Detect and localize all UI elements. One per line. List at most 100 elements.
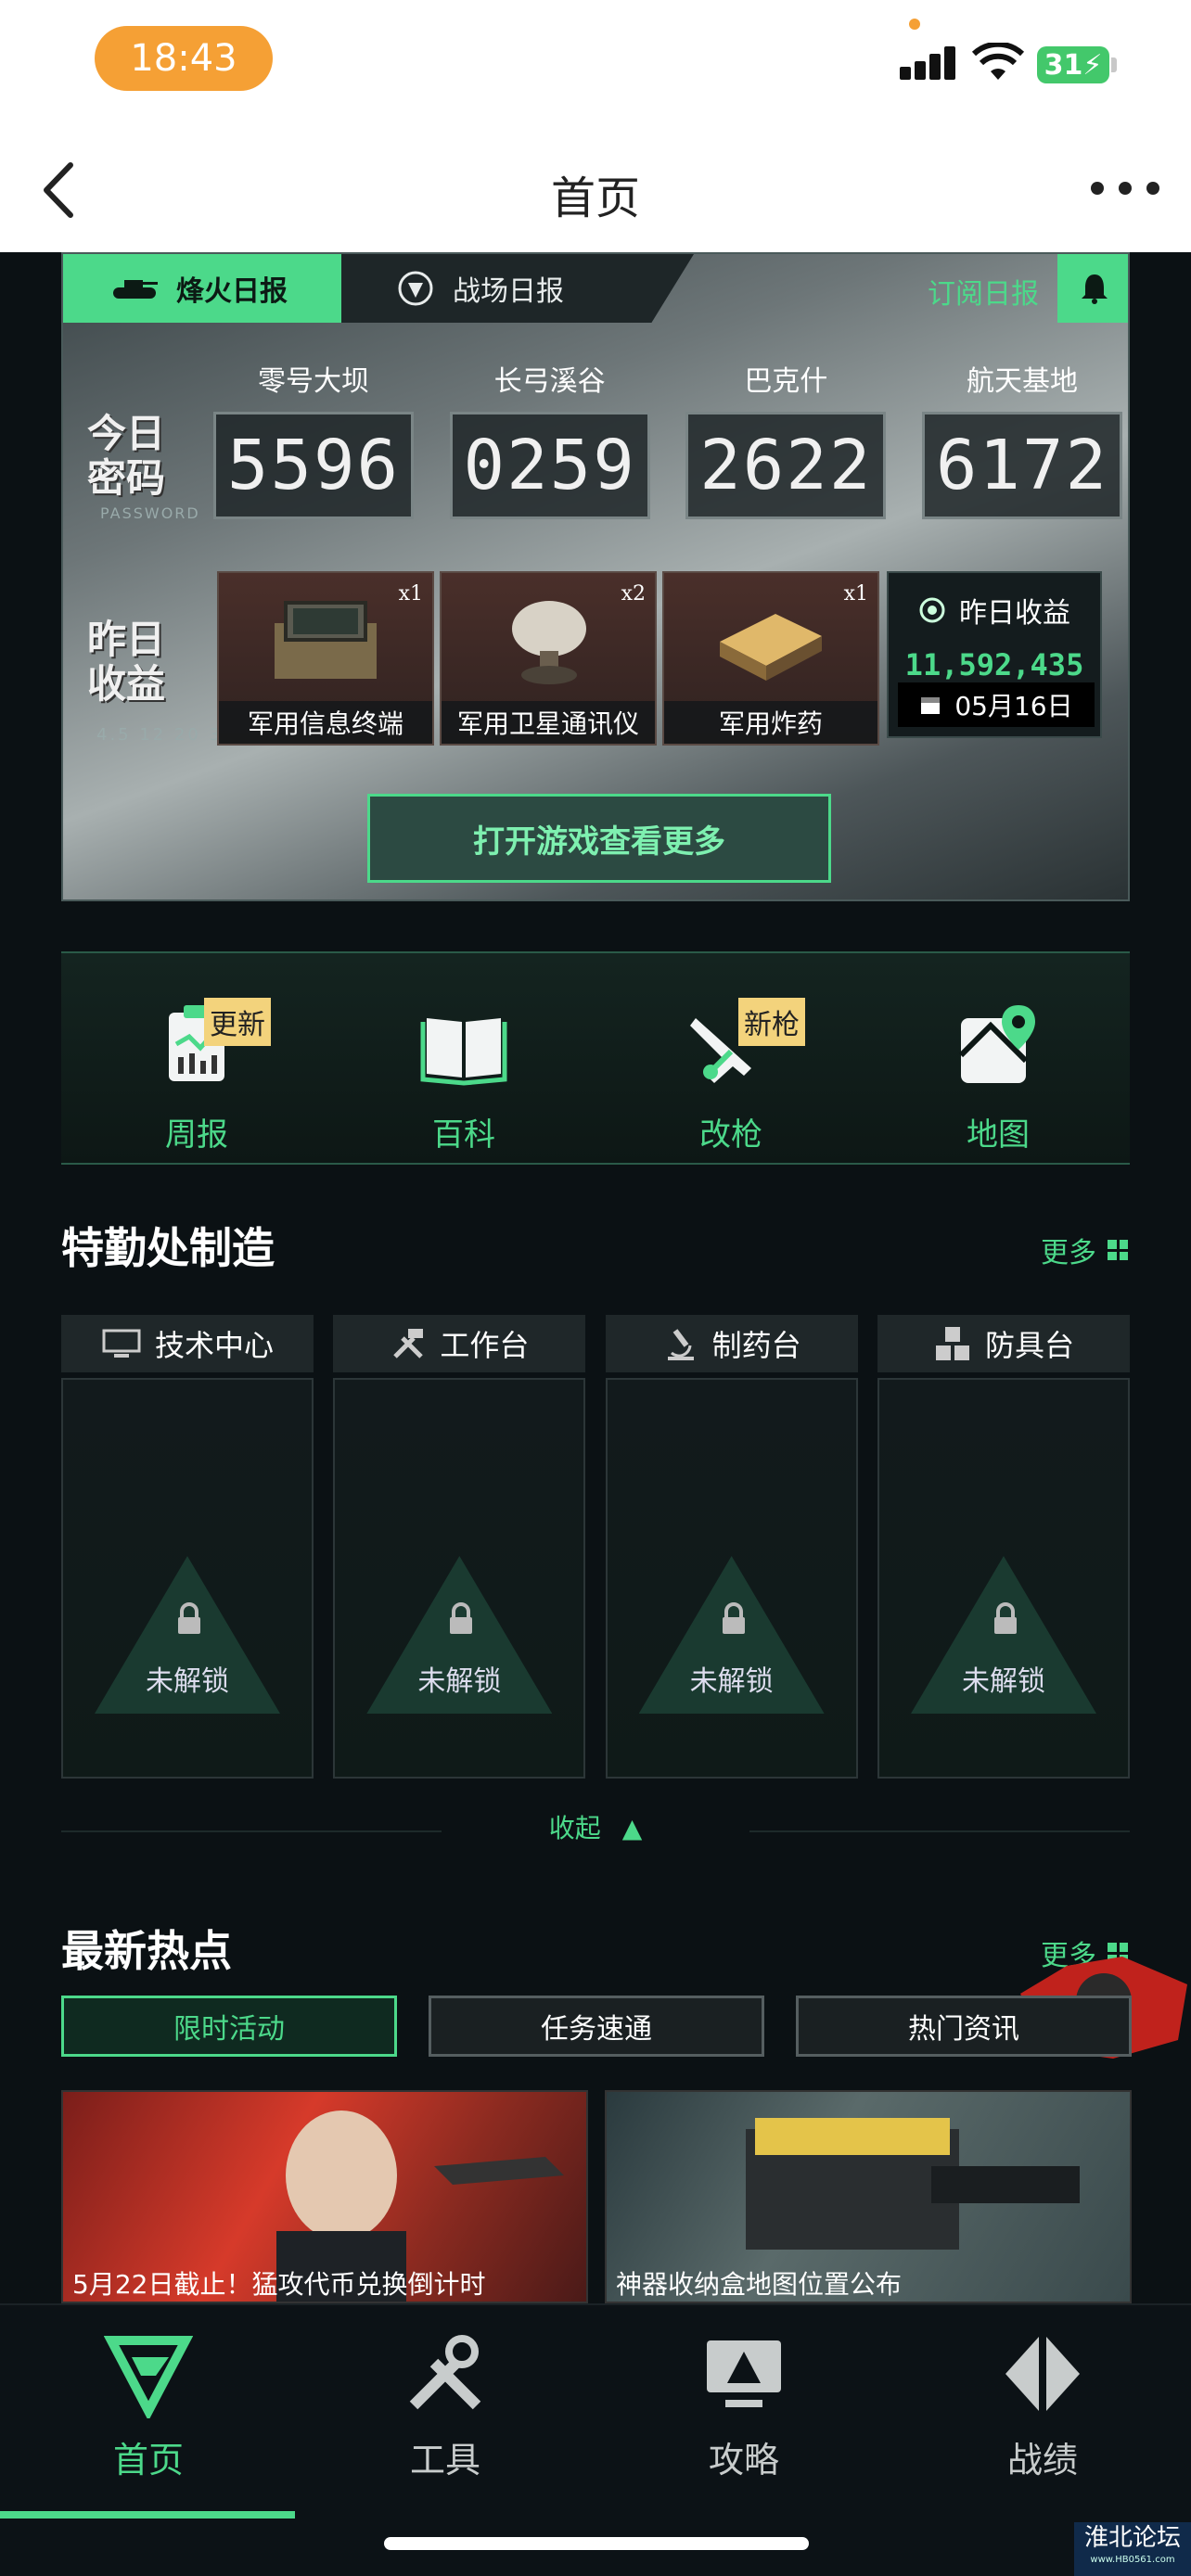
station-tech-center[interactable]: 技术中心 未解锁 [61, 1315, 314, 1779]
nav-label: 工具 [409, 2440, 480, 2480]
news-tabs: 限时活动 任务速通 热门资讯 [61, 1996, 1132, 2057]
station-name: 工作台 [440, 1328, 530, 1363]
calendar-icon [921, 697, 941, 714]
map-code: 5596 [213, 412, 414, 519]
map-code: 2622 [685, 412, 887, 519]
item-quantity: x1 [398, 582, 423, 606]
locked-status: 未解锁 [417, 1665, 502, 1698]
map-code-item: 零号大坝 5596 [213, 358, 414, 519]
nav-label: 首页 [112, 2440, 184, 2480]
computer-icon [102, 1329, 141, 1358]
station-name: 技术中心 [154, 1328, 274, 1363]
map-code-item: 巴克什 2622 [685, 358, 887, 519]
map-name: 长弓溪谷 [493, 365, 606, 398]
tab-battlefield-report[interactable]: 战场日报 [341, 254, 694, 323]
cubes-icon [935, 1327, 969, 1360]
quick-weekly-report[interactable]: 周报 更新 [122, 998, 271, 1154]
tab-quick-missions[interactable]: 任务速通 [429, 1996, 764, 2057]
update-badge: 更新 [204, 998, 271, 1046]
shield-emblem-icon [398, 271, 433, 306]
news-card[interactable]: 神器收纳盒地图位置公布 [605, 2090, 1132, 2303]
loot-item[interactable]: x2 军用卫星通讯仪 [440, 571, 657, 746]
home-indicator [384, 2537, 809, 2550]
quick-map[interactable]: 地图 [924, 1000, 1072, 1154]
home-logo-icon [103, 2336, 194, 2421]
locked-status: 未解锁 [689, 1665, 774, 1698]
tank-icon [113, 280, 158, 299]
notification-button[interactable] [1057, 254, 1128, 323]
nav-tools[interactable]: 工具 [297, 2329, 594, 2482]
monitor-icon [707, 2340, 781, 2407]
tab-hot-news[interactable]: 热门资讯 [796, 1996, 1132, 2057]
yesterday-sublabel: 4.5 12 20 3 [96, 725, 224, 745]
station-armor-bench[interactable]: 防具台 未解锁 [877, 1315, 1130, 1779]
tab-label: 烽火日报 [176, 275, 288, 308]
more-options-icon[interactable] [1091, 174, 1159, 202]
page-title: 首页 [550, 172, 640, 224]
microscope-icon [667, 1329, 694, 1360]
station-pharmacy[interactable]: 制药台 未解锁 [605, 1315, 858, 1779]
map-code: 0259 [449, 412, 650, 519]
loot-item[interactable]: x1 军用信息终端 [217, 571, 434, 746]
battery-level: 31 [1044, 48, 1083, 82]
battery-tip [1111, 57, 1117, 72]
wifi-icon [972, 43, 1024, 80]
password-sublabel: PASSWORD [100, 504, 200, 522]
station-header: 防具台 [877, 1315, 1130, 1372]
item-name: 军用卫星通讯仪 [442, 701, 655, 744]
active-tab-indicator [0, 2511, 295, 2519]
yesterday-income-box: 昨日收益 11,592,435 05月16日 [887, 571, 1102, 738]
tools-icon [393, 1329, 424, 1358]
watermark-title: 淮北论坛 [1083, 2524, 1181, 2552]
collapse-button[interactable]: 收起 ▲ [0, 1808, 1191, 1845]
crafting-stations: 技术中心 未解锁 工作台 未解锁 制药台 未解锁 防具台 未解锁 [61, 1315, 1130, 1779]
nav-label: 攻略 [708, 2440, 779, 2480]
loot-item[interactable]: x1 军用炸药 [662, 571, 879, 746]
records-icon [1005, 2337, 1080, 2411]
station-workbench[interactable]: 工作台 未解锁 [333, 1315, 586, 1779]
coin-icon [919, 597, 945, 623]
income-title-text: 昨日收益 [959, 597, 1070, 630]
more-label: 更多 [1041, 1237, 1096, 1269]
station-name: 制药台 [711, 1328, 801, 1363]
station-header: 技术中心 [61, 1315, 314, 1372]
station-body: 未解锁 [605, 1378, 858, 1779]
tab-limited-event[interactable]: 限时活动 [61, 1996, 397, 2057]
map-name: 零号大坝 [258, 365, 369, 398]
station-name: 防具台 [984, 1328, 1074, 1363]
yesterday-income-label: 昨日收益 [87, 617, 166, 707]
map-code-item: 长弓溪谷 0259 [449, 358, 650, 519]
nav-records[interactable]: 战绩 [894, 2329, 1191, 2482]
tab-beacon-report[interactable]: 烽火日报 [63, 254, 341, 323]
station-header: 工作台 [333, 1315, 586, 1372]
terminal-icon [275, 601, 377, 679]
today-password-label: 今日密码 [87, 411, 166, 501]
news-card[interactable]: 5月22日截止！猛攻代币兑换倒计时 [61, 2090, 588, 2303]
item-name: 军用炸药 [664, 701, 877, 744]
nav-label: 战绩 [1006, 2440, 1078, 2480]
nav-guides[interactable]: 攻略 [596, 2329, 892, 2482]
map-name: 巴克什 [744, 365, 828, 398]
news-cards: 5月22日截止！猛攻代币兑换倒计时 神器收纳盒地图位置公布 [61, 2090, 1132, 2303]
income-date-text: 05月16日 [954, 691, 1073, 721]
nav-home[interactable]: 首页 [0, 2329, 297, 2482]
lock-icon [178, 1602, 200, 1634]
quick-encyclopedia[interactable]: 百科 [390, 1000, 538, 1154]
station-body: 未解锁 [877, 1378, 1130, 1779]
status-time: 18:43 [95, 26, 273, 91]
crafting-more-link[interactable]: 更多 [1041, 1230, 1128, 1270]
lock-icon [722, 1602, 745, 1634]
quick-gun-mod[interactable]: 改枪 新枪 [657, 998, 805, 1154]
locked-status: 未解锁 [961, 1665, 1045, 1698]
item-name: 军用信息终端 [219, 701, 432, 744]
map-codes: 零号大坝 5596 长弓溪谷 0259 巴克什 2622 航天基地 6172 [213, 358, 1122, 519]
income-date: 05月16日 [898, 682, 1095, 727]
news-caption: 神器收纳盒地图位置公布 [616, 2269, 903, 2300]
quick-entry-panel: 周报 更新 百科 改枪 新枪 地图 [61, 951, 1130, 1165]
site-watermark: 淮北论坛 www.HB0561.com [1074, 2522, 1191, 2576]
item-quantity: x2 [621, 582, 646, 606]
open-game-button[interactable]: 打开游戏查看更多 [367, 794, 831, 883]
subscribe-report-link[interactable]: 订阅日报 [928, 271, 1039, 312]
nav-header: 首页 [0, 130, 1191, 252]
map-code-item: 航天基地 6172 [921, 358, 1122, 519]
